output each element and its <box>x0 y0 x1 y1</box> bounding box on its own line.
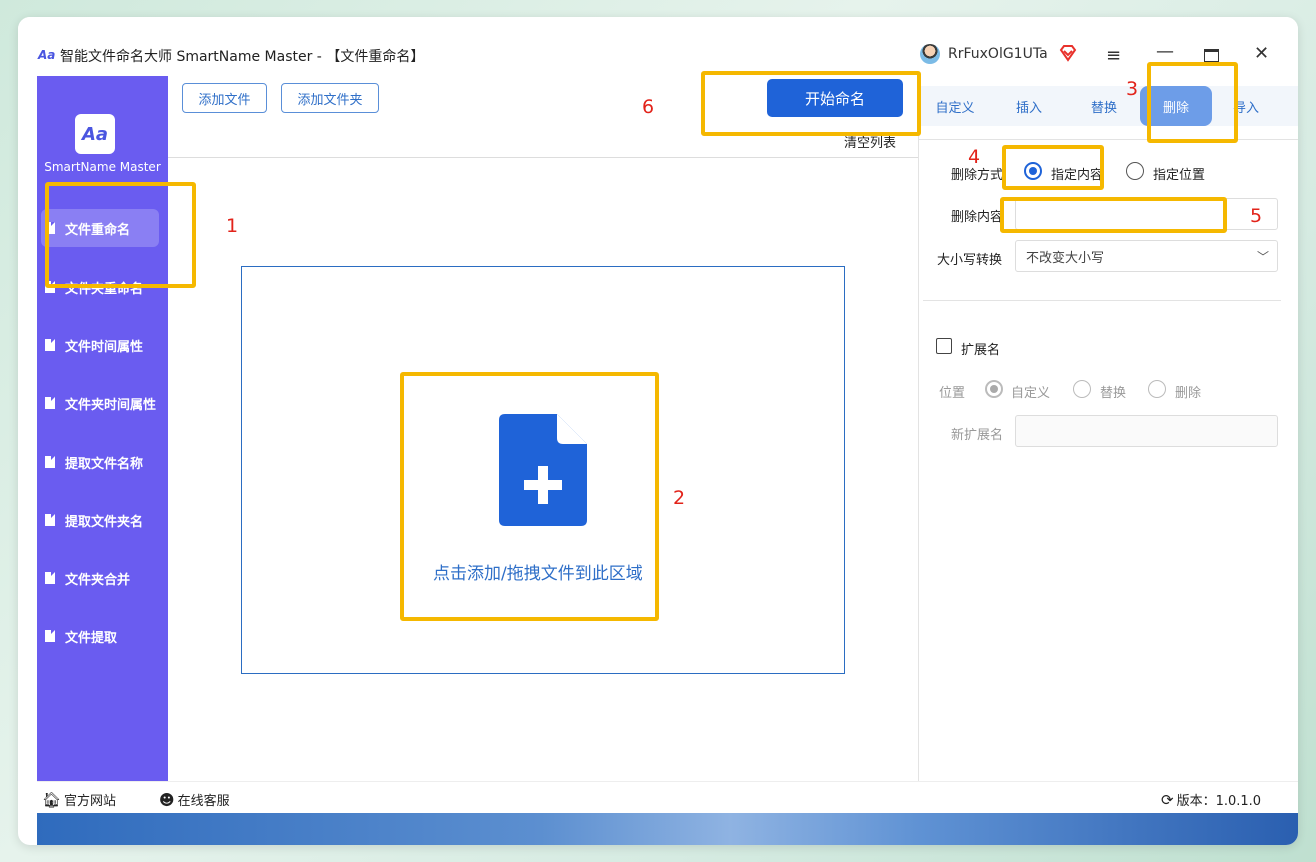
add-file-button[interactable]: 添加文件 <box>182 83 267 113</box>
case-conversion-label: 大小写转换 <box>937 253 1003 268</box>
radio-ext-replace[interactable] <box>1073 380 1091 398</box>
status-bar: 🏠︎ 官方网站 ☻ 在线客服 ⟳ 版本：1.0.1.0 <box>37 781 1298 813</box>
sidebar-item-label: 提取文件夹名 <box>65 514 144 530</box>
sidebar-item-label: 文件时间属性 <box>65 339 144 355</box>
maximize-icon[interactable] <box>1204 49 1219 62</box>
bottom-banner-strip <box>37 813 1298 845</box>
radio-ext-replace-label[interactable]: 替换 <box>1100 382 1126 401</box>
sidebar-item-folder-time[interactable]: 文件夹时间属性 <box>41 384 159 422</box>
tab-custom[interactable]: 自定义 <box>925 86 985 126</box>
tab-insert[interactable]: 插入 <box>999 86 1059 126</box>
document-icon <box>45 397 55 409</box>
app-logo-icon: Aa <box>38 48 56 62</box>
new-extension-label: 新扩展名 <box>951 428 1004 443</box>
official-website-label: 官方网站 <box>64 794 117 809</box>
case-conversion-value: 不改变大小写 <box>1026 250 1105 266</box>
document-icon <box>45 339 55 351</box>
sidebar-item-file-time[interactable]: 文件时间属性 <box>41 326 159 364</box>
home-icon: 🏠︎ <box>42 790 62 809</box>
document-icon <box>45 456 55 468</box>
sidebar-item-file-extract[interactable]: 文件提取 <box>41 617 159 655</box>
position-label: 位置 <box>939 386 966 401</box>
case-conversion-select[interactable]: 不改变大小写 ﹀ <box>1015 240 1278 272</box>
sidebar-item-folder-merge[interactable]: 文件夹合并 <box>41 559 159 597</box>
rule-tabs: 自定义 插入 替换 删除 导入 <box>919 86 1298 126</box>
annotation-number-1: 1 <box>226 215 239 237</box>
online-support-label: 在线客服 <box>177 794 230 809</box>
extension-checkbox-label[interactable]: 扩展名 <box>961 339 1000 358</box>
radio-specified-position[interactable] <box>1126 162 1144 180</box>
window-title: 智能文件命名大师 SmartName Master - 【文件重命名】 <box>60 49 425 65</box>
add-folder-button[interactable]: 添加文件夹 <box>281 83 379 113</box>
username[interactable]: RrFuxOlG1UTa <box>948 46 1048 62</box>
radio-ext-custom[interactable] <box>985 380 1003 398</box>
annotation-highlight-4 <box>1002 145 1104 190</box>
vip-diamond-icon[interactable] <box>1059 44 1077 62</box>
radio-ext-custom-label[interactable]: 自定义 <box>1011 382 1050 401</box>
delete-content-label: 删除内容 <box>951 210 1004 225</box>
annotation-highlight-3 <box>1147 62 1238 143</box>
online-support-link[interactable]: ☻ 在线客服 <box>159 790 230 810</box>
section-divider <box>923 300 1281 301</box>
annotation-highlight-2 <box>400 372 659 621</box>
new-extension-input[interactable] <box>1015 415 1278 447</box>
radio-ext-delete-label[interactable]: 删除 <box>1175 382 1201 401</box>
minimize-icon[interactable]: — <box>1156 41 1174 62</box>
annotation-number-4: 4 <box>968 146 981 168</box>
title-bar: Aa 智能文件命名大师 SmartName Master - 【文件重命名】 R… <box>18 17 1298 75</box>
sidebar-item-label: 提取文件名称 <box>65 456 144 472</box>
sidebar-item-extract-filenames[interactable]: 提取文件名称 <box>41 443 159 481</box>
version-info[interactable]: ⟳ 版本：1.0.1.0 <box>1161 790 1262 810</box>
document-icon <box>45 630 55 642</box>
radio-ext-delete[interactable] <box>1148 380 1166 398</box>
tab-replace[interactable]: 替换 <box>1074 86 1134 126</box>
annotation-number-5: 5 <box>1250 205 1263 227</box>
close-icon[interactable]: ✕ <box>1254 43 1269 64</box>
annotation-highlight-5 <box>1000 197 1227 233</box>
sidebar-item-label: 文件提取 <box>65 630 118 646</box>
annotation-highlight-1 <box>45 182 196 288</box>
sidebar-item-label: 文件夹合并 <box>65 572 131 588</box>
annotation-highlight-6 <box>701 71 921 136</box>
annotation-number-3: 3 <box>1126 78 1139 100</box>
sidebar-item-extract-foldernames[interactable]: 提取文件夹名 <box>41 501 159 539</box>
official-website-link[interactable]: 🏠︎ 官方网站 <box>42 790 117 810</box>
radio-specified-position-label[interactable]: 指定位置 <box>1153 164 1205 183</box>
chevron-down-icon: ﹀ <box>1256 250 1269 264</box>
sidebar-logo-icon: Aa <box>75 114 115 154</box>
sidebar-item-label: 文件夹时间属性 <box>65 397 157 413</box>
menu-icon[interactable]: ≡ <box>1106 45 1121 66</box>
document-icon <box>45 572 55 584</box>
annotation-number-6: 6 <box>642 96 655 118</box>
right-panel: 自定义 插入 替换 删除 导入 删除方式 指定内容 指定位置 删除内容 大小写转… <box>918 76 1298 781</box>
tabs-divider <box>919 139 1298 140</box>
sidebar-app-name: SmartName Master <box>44 160 161 174</box>
annotation-number-2: 2 <box>673 487 686 509</box>
support-agent-icon: ☻ <box>159 790 175 809</box>
refresh-icon: ⟳ <box>1161 790 1174 809</box>
version-label: 版本：1.0.1.0 <box>1176 794 1262 809</box>
document-icon <box>45 514 55 526</box>
main-divider <box>168 157 918 158</box>
user-avatar[interactable] <box>920 44 940 64</box>
extension-checkbox[interactable] <box>936 338 952 354</box>
